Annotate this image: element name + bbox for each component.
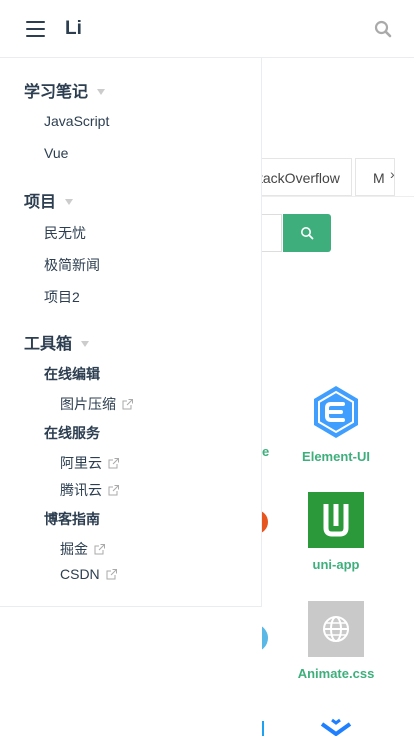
card-animate-css[interactable]: Animate.css xyxy=(281,601,391,681)
search-input[interactable] xyxy=(262,214,282,252)
card-uni-app[interactable]: uni-app xyxy=(281,492,391,572)
search-button[interactable] xyxy=(283,214,331,252)
tab-divider xyxy=(262,196,414,197)
sidebar-item-juejin[interactable]: 掘金 xyxy=(60,539,105,559)
sidebar-group-toolbox[interactable]: 工具箱 xyxy=(24,330,90,354)
card-label: Element-UI xyxy=(302,449,370,464)
external-link-icon xyxy=(108,485,119,496)
site-name[interactable]: Li xyxy=(65,18,82,40)
partial-logo xyxy=(320,718,352,736)
card-label: Animate.css xyxy=(297,666,375,681)
partial-logo xyxy=(262,624,268,652)
external-link-icon xyxy=(94,544,105,555)
external-link-icon xyxy=(106,569,117,580)
caret-down-icon xyxy=(97,88,106,95)
sidebar: 学习笔记 JavaScript Vue 项目 民无忧 极简新闻 项目2 工具箱 … xyxy=(0,58,262,607)
menu-icon[interactable] xyxy=(26,20,46,38)
globe-icon xyxy=(308,601,364,657)
sidebar-group-notes[interactable]: 学习笔记 xyxy=(24,78,106,102)
caret-down-icon xyxy=(81,340,90,347)
search-icon xyxy=(301,227,314,240)
caret-down-icon xyxy=(65,198,74,205)
sidebar-subgroup-title: 在线服务 xyxy=(44,425,100,441)
sidebar-subgroup-title: 在线编辑 xyxy=(44,366,100,382)
partial-logo xyxy=(262,510,268,534)
sidebar-item-csdn[interactable]: CSDN xyxy=(60,566,117,582)
uni-app-logo xyxy=(308,492,364,548)
sidebar-item-javascript[interactable]: JavaScript xyxy=(44,113,109,129)
tab-m[interactable]: M xyxy=(355,158,395,196)
search-icon[interactable] xyxy=(374,20,392,38)
sidebar-item-project-2[interactable]: 极简新闻 xyxy=(44,255,100,275)
external-link-icon xyxy=(108,458,119,469)
sidebar-item-tencent-cloud[interactable]: 腾讯云 xyxy=(60,480,119,500)
external-link-icon xyxy=(122,399,133,410)
card-label: uni-app xyxy=(312,557,360,572)
tab-stackoverflow[interactable]: tackOverflow xyxy=(262,158,352,196)
sidebar-group-projects[interactable]: 项目 xyxy=(24,188,74,212)
card-element-ui[interactable]: Element-UI xyxy=(281,384,391,464)
sidebar-item-image-compress[interactable]: 图片压缩 xyxy=(60,394,133,414)
element-ui-logo xyxy=(314,386,358,438)
sidebar-item-aliyun[interactable]: 阿里云 xyxy=(60,453,119,473)
card-label-partial: e xyxy=(262,444,270,459)
sidebar-item-project-1[interactable]: 民无忧 xyxy=(44,223,86,243)
chevron-right-icon[interactable]: › xyxy=(390,166,395,182)
sidebar-item-vue[interactable]: Vue xyxy=(44,145,68,161)
main-content: tackOverflow M › e Element-UI uni-app An… xyxy=(262,58,414,736)
navbar: Li xyxy=(0,0,414,58)
sidebar-item-project-3[interactable]: 项目2 xyxy=(44,287,80,307)
sidebar-subgroup-title: 博客指南 xyxy=(44,511,100,527)
partial-logo xyxy=(262,721,264,736)
